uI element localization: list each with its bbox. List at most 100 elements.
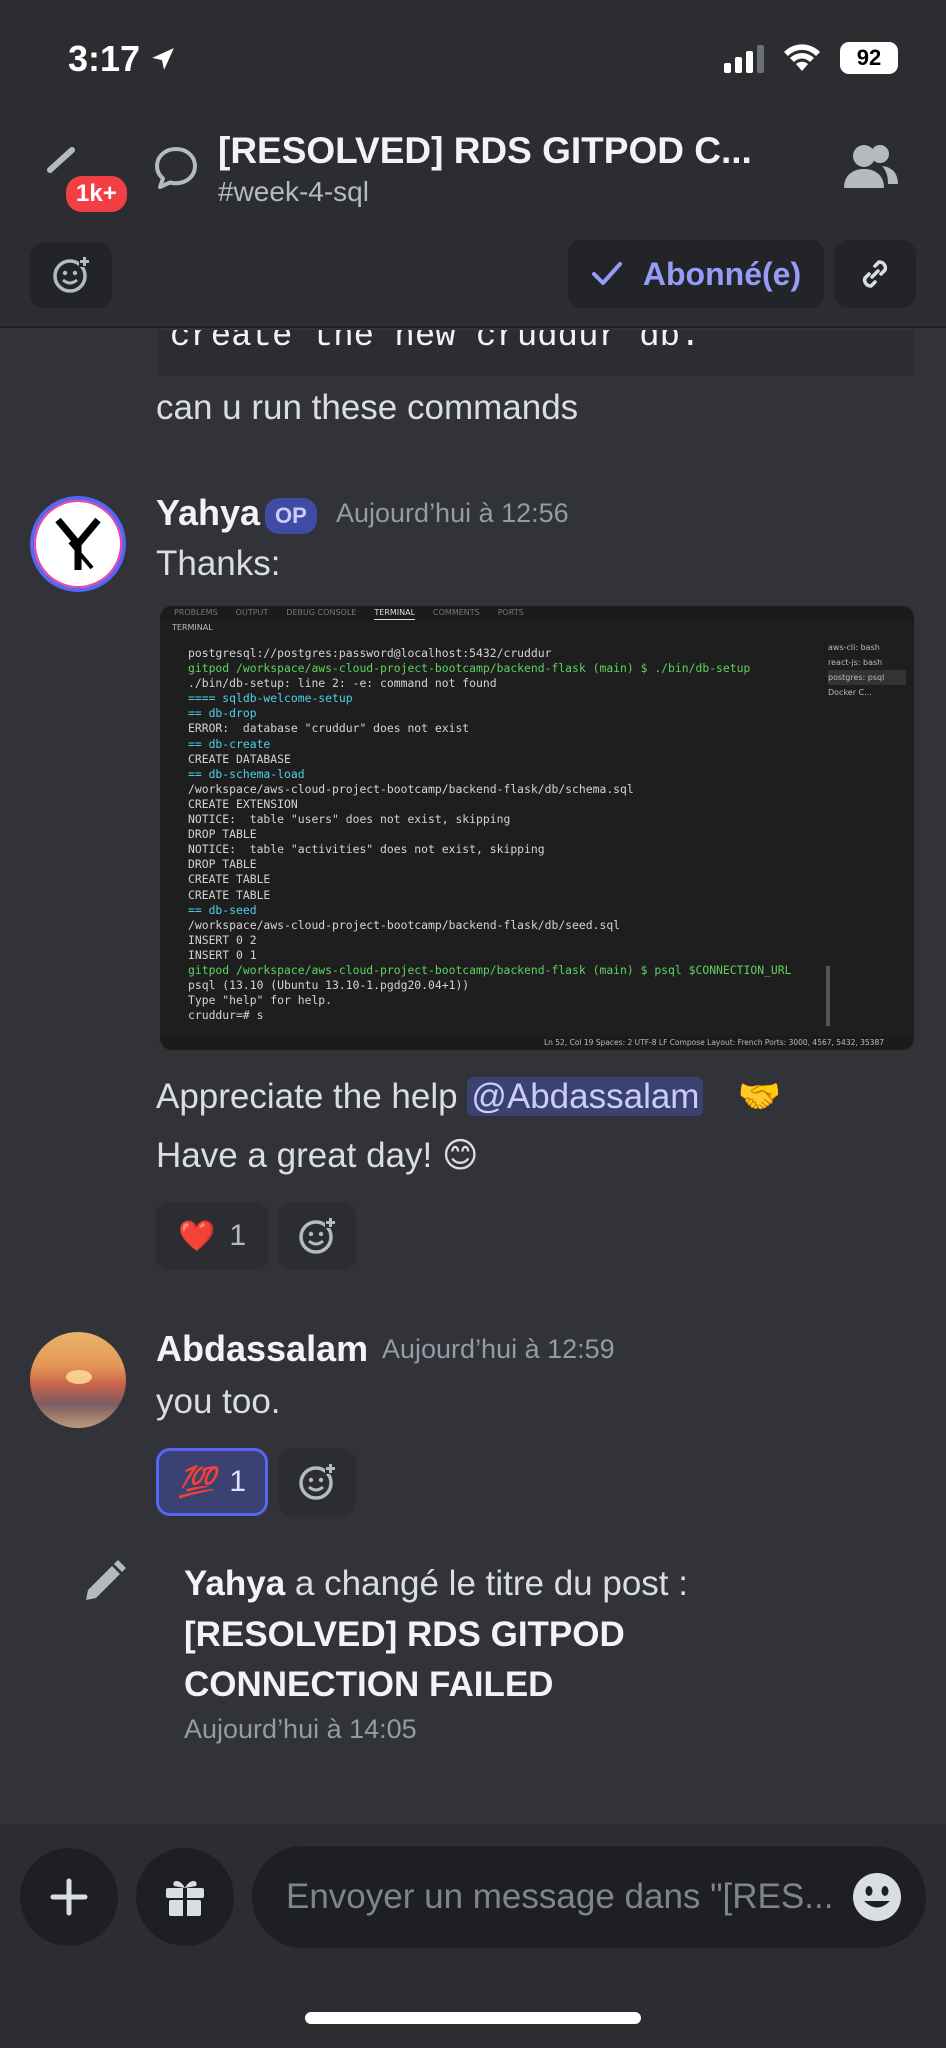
thread-title[interactable]: [RESOLVED] RDS GITPOD C... [218, 130, 752, 172]
terminal-output: postgresql://postgres:password@localhost… [188, 646, 844, 1023]
message-text: Thanks: [156, 544, 281, 583]
terminal-line: ==== sqldb-welcome-setup [188, 691, 353, 706]
terminal-line: CREATE TABLE [188, 887, 271, 902]
battery-indicator: 92 [840, 42, 898, 74]
terminal-line: psql (13.10 (Ubuntu 13.10-1.pgdg20.04+1)… [188, 978, 470, 993]
thread-icon [155, 147, 197, 189]
avatar-abdassalam[interactable] [30, 1332, 126, 1428]
clock: 3:17 [68, 38, 141, 79]
add-attachment-button[interactable] [20, 1848, 118, 1946]
message-timestamp: Aujourd’hui à 12:56 [336, 498, 569, 528]
terminal-line: CREATE EXTENSION [188, 796, 298, 811]
message-text: Appreciate the help @Abdassalam 🤝 [156, 1076, 781, 1117]
terminal-tabs: PROBLEMS OUTPUT DEBUG CONSOLE TERMINAL C… [160, 606, 914, 622]
status-bar: 3:17 92 [0, 0, 946, 116]
reaction-count: 1 [229, 1465, 247, 1498]
terminal-line: == db-create [188, 736, 271, 751]
smiley-icon [853, 1873, 901, 1921]
message-input-placeholder: Envoyer un message dans "[RES... [286, 1877, 834, 1916]
terminal-line: NOTICE: table "activities" does not exis… [188, 842, 545, 857]
add-emoji-icon [299, 1217, 336, 1254]
hundred-emoji: 💯 [177, 1465, 216, 1499]
reaction-hundred[interactable]: 💯 1 [156, 1448, 268, 1516]
message-text: you too. [156, 1382, 281, 1421]
gift-button[interactable] [136, 1848, 234, 1946]
message-author[interactable]: Yahya [156, 492, 260, 534]
reaction-heart[interactable]: ❤️ 1 [156, 1202, 268, 1270]
terminal-line: == db-seed [188, 902, 257, 917]
avatar-logo-icon [55, 517, 101, 570]
copy-link-button[interactable] [834, 240, 916, 308]
checkmark-icon [591, 262, 622, 285]
add-reaction-button[interactable] [278, 1448, 356, 1516]
message-list[interactable]: create the new cruddur db. can u run the… [0, 330, 946, 1824]
tab-comments: COMMENTS [433, 608, 480, 617]
avatar-sun [66, 1370, 92, 1384]
message-text-segment: Appreciate the help [156, 1077, 468, 1116]
terminal-line: == db-drop [188, 706, 257, 721]
op-badge: OP [265, 498, 317, 534]
terminal-line: gitpod /workspace/aws-cloud-project-boot… [188, 661, 751, 676]
system-message: Yahya a changé le titre du post : [184, 1564, 688, 1604]
system-new-title: [RESOLVED] RDS GITPOD CONNECTION FAILED [184, 1615, 625, 1704]
message-author[interactable]: Abdassalam [156, 1328, 368, 1370]
terminal-list: aws-cli: bash react-js: bash postgres: p… [828, 640, 906, 700]
add-reaction-button[interactable] [30, 242, 112, 308]
terminal-line: postgresql://postgres:password@localhost… [188, 646, 552, 660]
terminal-list-item: Docker C... [828, 688, 872, 697]
plus-icon [50, 1878, 88, 1916]
emoji-picker-button[interactable] [850, 1870, 904, 1929]
terminal-line: DROP TABLE [188, 857, 257, 872]
terminal-line: NOTICE: table "users" does not exist, sk… [188, 812, 511, 827]
gift-icon [166, 1881, 204, 1916]
terminal-line: /workspace/aws-cloud-project-bootcamp/ba… [188, 781, 634, 796]
message-timestamp: Aujourd’hui à 12:59 [382, 1334, 615, 1364]
terminal-list-item: aws-cli: bash [828, 643, 880, 652]
panel-label: TERMINAL [172, 623, 213, 632]
avatar-yahya[interactable] [30, 496, 126, 592]
thread-action-bar: Abonné(e) [0, 224, 946, 328]
thread-header: 1k+ [RESOLVED] RDS GITPOD C... #week-4-s… [0, 116, 946, 224]
reaction-count: 1 [229, 1219, 247, 1252]
terminal-line: /workspace/aws-cloud-project-bootcamp/ba… [188, 917, 621, 932]
home-indicator[interactable] [305, 2012, 641, 2024]
terminal-line: INSERT 0 2 [188, 932, 257, 947]
system-timestamp: Aujourd’hui à 14:05 [184, 1714, 417, 1744]
terminal-panel-label: TERMINAL [160, 622, 914, 634]
system-actor[interactable]: Yahya [184, 1564, 285, 1603]
add-emoji-icon [53, 256, 90, 293]
channel-name[interactable]: #week-4-sql [218, 176, 369, 208]
terminal-line: INSERT 0 1 [188, 947, 257, 962]
members-icon[interactable] [842, 142, 900, 192]
back-button[interactable]: 1k+ [42, 146, 131, 216]
terminal-line: Type "help" for help. [188, 993, 333, 1008]
add-reaction-button[interactable] [278, 1202, 356, 1270]
message-input[interactable]: Envoyer un message dans "[RES... [252, 1846, 926, 1948]
tab-problems: PROBLEMS [174, 608, 218, 617]
editor-status-bar: Ln 52, Col 19 Spaces: 2 UTF-8 LF Compose… [160, 1036, 914, 1050]
terminal-line: ERROR: database "cruddur" does not exist [188, 721, 470, 736]
follow-button[interactable]: Abonné(e) [568, 240, 824, 308]
terminal-line: gitpod /workspace/aws-cloud-project-boot… [188, 962, 792, 977]
user-mention[interactable]: @Abdassalam [467, 1077, 704, 1116]
terminal-line: == db-schema-load [188, 766, 305, 781]
attachment-image[interactable]: PROBLEMS OUTPUT DEBUG CONSOLE TERMINAL C… [158, 604, 916, 1052]
handshake-emoji: 🤝 [737, 1077, 782, 1116]
terminal-line: CREATE DATABASE [188, 751, 291, 766]
terminal-line: DROP TABLE [188, 827, 257, 842]
tab-ports: PORTS [497, 608, 524, 617]
wifi-icon [784, 44, 820, 71]
pencil-icon [86, 1560, 126, 1600]
status-time: 3:17 [68, 38, 176, 80]
message-text: can u run these commands [156, 388, 579, 427]
terminal-line: cruddur=# s [188, 1008, 264, 1023]
terminal-line: CREATE TABLE [188, 872, 271, 887]
terminal-line: ./bin/db-setup: line 2: -e: command not … [188, 676, 497, 691]
tab-output: OUTPUT [235, 608, 269, 617]
terminal-list-item: postgres: psql [828, 670, 906, 685]
status-indicators: 92 [724, 42, 898, 74]
link-icon [862, 260, 888, 288]
terminal-scrollbar [826, 966, 830, 1026]
system-action: a changé le titre du post : [285, 1564, 688, 1603]
message-text: Have a great day! 😊 [156, 1136, 479, 1175]
